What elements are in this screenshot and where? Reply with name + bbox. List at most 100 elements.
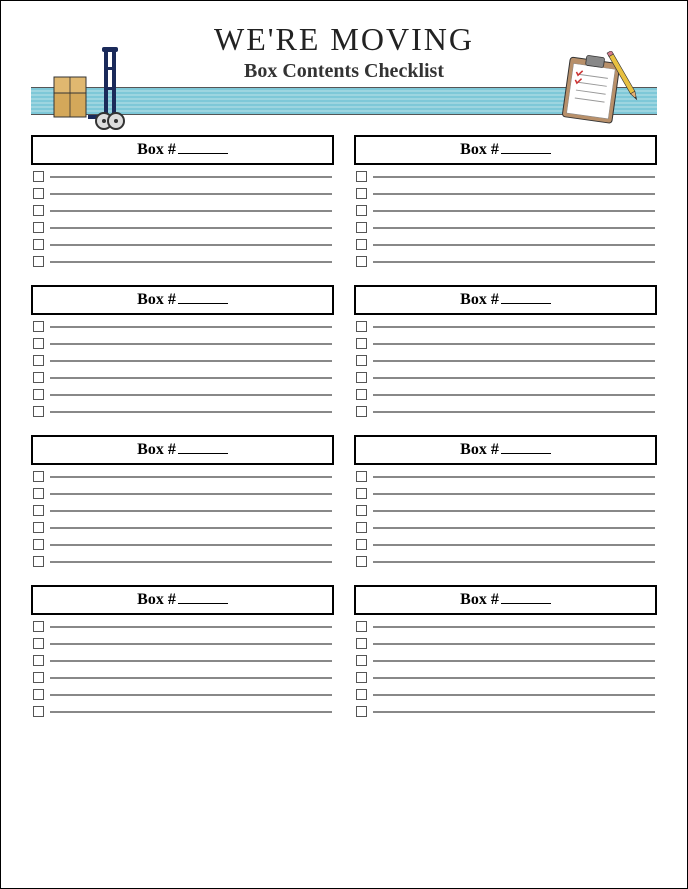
checkbox[interactable] [33,689,44,700]
item-write-line[interactable] [373,561,655,563]
checkbox[interactable] [33,338,44,349]
checkbox[interactable] [33,256,44,267]
checkbox[interactable] [33,205,44,216]
checkbox[interactable] [33,621,44,632]
item-write-line[interactable] [373,244,655,246]
item-write-line[interactable] [373,527,655,529]
checkbox[interactable] [356,505,367,516]
item-write-line[interactable] [373,694,655,696]
box-number-blank[interactable] [501,153,551,154]
item-write-line[interactable] [373,210,655,212]
checkbox[interactable] [356,621,367,632]
checkbox[interactable] [356,556,367,567]
box-number-header[interactable]: Box # [31,135,334,165]
checkbox[interactable] [356,672,367,683]
box-number-blank[interactable] [178,603,228,604]
item-write-line[interactable] [50,660,332,662]
item-write-line[interactable] [50,694,332,696]
box-number-blank[interactable] [178,303,228,304]
box-number-blank[interactable] [501,453,551,454]
box-number-header[interactable]: Box # [354,285,657,315]
checkbox[interactable] [356,389,367,400]
item-write-line[interactable] [50,394,332,396]
box-number-blank[interactable] [178,453,228,454]
item-write-line[interactable] [373,227,655,229]
item-write-line[interactable] [50,343,332,345]
item-write-line[interactable] [373,544,655,546]
checkbox[interactable] [33,355,44,366]
item-write-line[interactable] [373,643,655,645]
item-write-line[interactable] [373,394,655,396]
item-write-line[interactable] [373,660,655,662]
item-write-line[interactable] [50,677,332,679]
checkbox[interactable] [33,539,44,550]
checkbox[interactable] [33,471,44,482]
item-write-line[interactable] [373,476,655,478]
checkbox[interactable] [33,638,44,649]
item-write-line[interactable] [373,326,655,328]
checkbox[interactable] [33,655,44,666]
checkbox[interactable] [356,706,367,717]
checkbox[interactable] [356,689,367,700]
item-write-line[interactable] [50,377,332,379]
checkbox[interactable] [356,256,367,267]
box-number-blank[interactable] [501,603,551,604]
box-number-header[interactable]: Box # [31,585,334,615]
item-write-line[interactable] [50,476,332,478]
item-write-line[interactable] [373,510,655,512]
item-write-line[interactable] [50,176,332,178]
item-write-line[interactable] [373,411,655,413]
checkbox[interactable] [33,188,44,199]
checkbox[interactable] [33,239,44,250]
item-write-line[interactable] [50,411,332,413]
checkbox[interactable] [356,222,367,233]
box-number-blank[interactable] [501,303,551,304]
checkbox[interactable] [33,556,44,567]
checkbox[interactable] [33,672,44,683]
checkbox[interactable] [356,355,367,366]
checkbox[interactable] [33,372,44,383]
box-number-blank[interactable] [178,153,228,154]
item-write-line[interactable] [373,343,655,345]
item-write-line[interactable] [50,360,332,362]
checkbox[interactable] [33,706,44,717]
checkbox[interactable] [33,222,44,233]
item-write-line[interactable] [50,244,332,246]
item-write-line[interactable] [373,377,655,379]
checkbox[interactable] [33,406,44,417]
checkbox[interactable] [33,171,44,182]
item-write-line[interactable] [373,193,655,195]
checkbox[interactable] [356,638,367,649]
box-number-header[interactable]: Box # [354,435,657,465]
item-write-line[interactable] [50,227,332,229]
item-write-line[interactable] [50,261,332,263]
item-write-line[interactable] [50,711,332,713]
item-write-line[interactable] [50,493,332,495]
checkbox[interactable] [33,522,44,533]
checkbox[interactable] [356,171,367,182]
checkbox[interactable] [356,338,367,349]
item-write-line[interactable] [50,210,332,212]
checkbox[interactable] [356,205,367,216]
box-number-header[interactable]: Box # [31,435,334,465]
checkbox[interactable] [33,321,44,332]
checkbox[interactable] [356,372,367,383]
item-write-line[interactable] [50,643,332,645]
checkbox[interactable] [356,488,367,499]
box-number-header[interactable]: Box # [354,585,657,615]
checkbox[interactable] [356,406,367,417]
item-write-line[interactable] [50,527,332,529]
checkbox[interactable] [356,239,367,250]
checkbox[interactable] [33,505,44,516]
item-write-line[interactable] [373,626,655,628]
item-write-line[interactable] [50,193,332,195]
item-write-line[interactable] [373,493,655,495]
checkbox[interactable] [33,488,44,499]
checkbox[interactable] [356,321,367,332]
checkbox[interactable] [356,188,367,199]
checkbox[interactable] [356,539,367,550]
checkbox[interactable] [356,471,367,482]
item-write-line[interactable] [50,326,332,328]
checkbox[interactable] [356,655,367,666]
item-write-line[interactable] [373,261,655,263]
